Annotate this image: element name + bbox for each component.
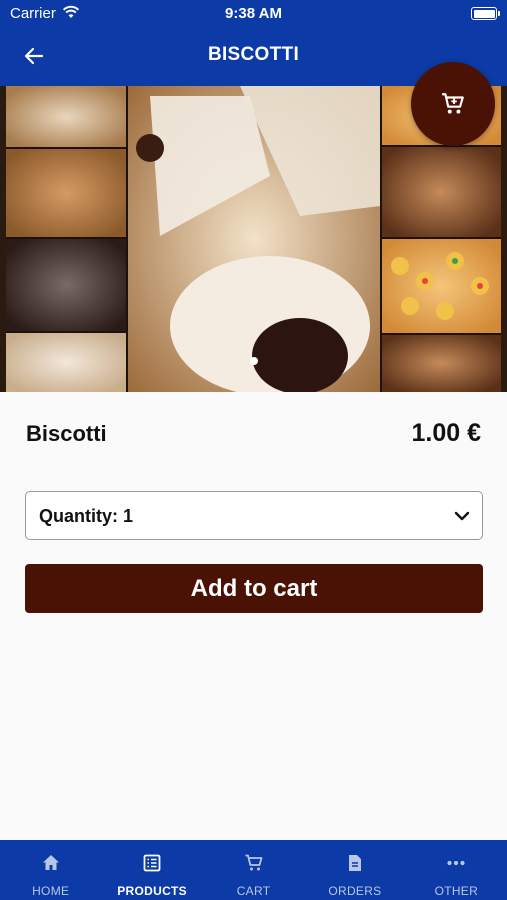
carousel-page-indicator bbox=[250, 357, 258, 365]
cart-icon bbox=[245, 854, 262, 871]
quantity-label: Quantity: 1 bbox=[39, 506, 134, 526]
product-name: Biscotti bbox=[26, 421, 107, 446]
tab-label: CART bbox=[236, 884, 271, 898]
status-time: 9:38 AM bbox=[225, 5, 282, 22]
tab-label: HOME bbox=[32, 884, 70, 898]
list-icon bbox=[143, 854, 161, 872]
battery-icon bbox=[471, 7, 500, 20]
quantity-select[interactable]: Quantity: 1 bbox=[25, 491, 483, 540]
tab-label: OTHER bbox=[434, 884, 479, 898]
tab-label: PRODUCTS bbox=[117, 884, 187, 898]
document-icon bbox=[348, 855, 361, 871]
page-title: BISCOTTI bbox=[207, 44, 300, 65]
tab-label: ORDERS bbox=[328, 884, 382, 898]
tab-cart[interactable]: CART bbox=[203, 840, 304, 900]
add-to-cart-button[interactable]: Add to cart bbox=[25, 564, 483, 613]
bottom-tab-bar: HOME PRODUCTS CART ORDERS OTHER bbox=[0, 840, 507, 900]
tab-products[interactable]: PRODUCTS bbox=[101, 840, 202, 900]
tab-other[interactable]: OTHER bbox=[406, 840, 507, 900]
product-price: 1.00 € bbox=[411, 419, 481, 447]
tab-home[interactable]: HOME bbox=[0, 840, 101, 900]
chevron-down-icon bbox=[454, 511, 470, 521]
cart-fab-button[interactable] bbox=[411, 62, 495, 146]
cart-icon bbox=[442, 93, 464, 114]
status-bar: Carrier 9:38 AM bbox=[0, 0, 507, 28]
more-icon bbox=[447, 860, 465, 866]
tab-orders[interactable]: ORDERS bbox=[304, 840, 405, 900]
home-icon bbox=[42, 855, 59, 870]
